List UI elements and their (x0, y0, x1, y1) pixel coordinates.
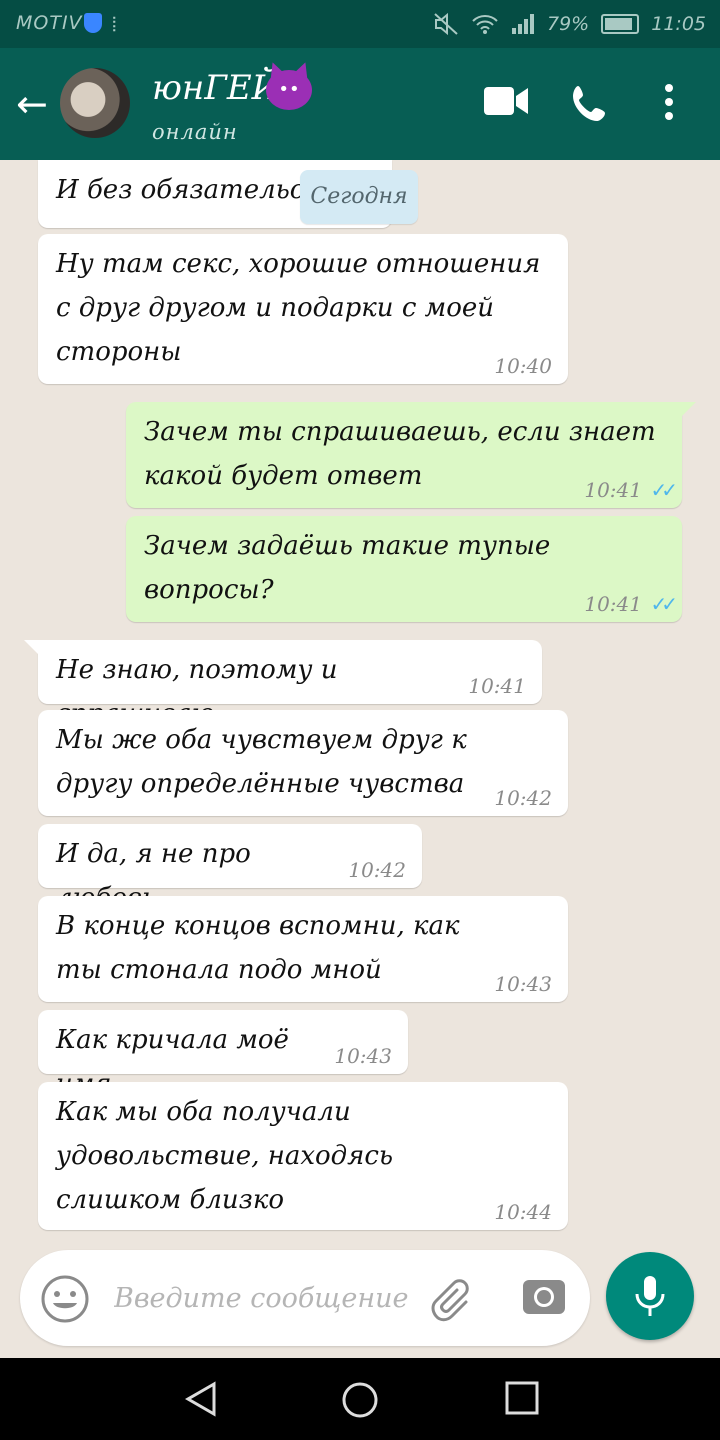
contact-status: онлайн (152, 120, 238, 144)
message-bubble-incoming[interactable]: В конце концов вспомни, как ты стонала п… (38, 896, 568, 1002)
clock: 11:05 (651, 13, 706, 35)
system-nav-bar (0, 1358, 720, 1440)
wifi-icon (472, 15, 498, 34)
message-bubble-outgoing[interactable]: Зачем ты спрашиваешь, если знает какой б… (126, 402, 696, 508)
date-divider: Сегодня (300, 170, 418, 224)
emoji-icon[interactable] (40, 1274, 90, 1324)
message-bubble-incoming[interactable]: Мы же оба чувствуем друг к другу определ… (38, 710, 568, 816)
video-call-icon[interactable] (484, 84, 530, 118)
message-bubble-outgoing[interactable]: Зачем задаёшь такие тупые вопросы? 10:41… (126, 516, 682, 622)
message-text: Зачем задаёшь такие тупые вопросы? (144, 531, 551, 605)
message-time: 10:40 (494, 354, 552, 378)
recents-square-icon[interactable] (504, 1380, 540, 1416)
message-composer[interactable] (20, 1250, 590, 1346)
composer-bar (0, 1250, 720, 1358)
message-time: 10:43 (334, 1044, 392, 1068)
message-text: Ну там секс, хорошие отношения с друг др… (56, 249, 541, 367)
message-bubble-incoming[interactable]: Ну там секс, хорошие отношения с друг др… (38, 234, 568, 384)
avatar[interactable] (60, 68, 130, 138)
read-ticks-icon: ✓✓ (650, 592, 677, 616)
mic-icon (635, 1276, 665, 1316)
devil-emoji-icon: •• (266, 70, 312, 110)
message-time: 10:41 (468, 674, 526, 698)
phone-call-icon[interactable] (570, 84, 610, 124)
message-bubble-incoming[interactable]: Как кричала моё имя 10:43 (38, 1010, 408, 1099)
signal-icon (512, 14, 534, 34)
mute-icon (434, 12, 458, 36)
shield-icon (84, 13, 102, 33)
more-options-icon[interactable] (662, 82, 676, 122)
chat-header: ← юнГЕЙ •• онлайн (0, 48, 720, 160)
carrier-label: MOTIV (16, 12, 83, 34)
mic-button[interactable] (606, 1252, 694, 1340)
back-arrow-icon[interactable]: ← (16, 82, 48, 126)
message-text: В конце концов вспомни, как ты стонала п… (56, 911, 460, 985)
message-time: 10:41 (584, 478, 642, 502)
attach-icon[interactable] (430, 1274, 480, 1324)
message-time: 10:42 (494, 786, 552, 810)
message-text: Как мы оба получали удовольствие, находя… (56, 1097, 394, 1215)
message-time: 10:44 (494, 1200, 552, 1224)
read-ticks-icon: ✓✓ (650, 478, 677, 502)
message-bubble-incoming[interactable]: И да, я не про любовь 10:42 (38, 824, 422, 913)
home-circle-icon[interactable] (340, 1380, 380, 1420)
message-list[interactable]: И без обязательств Сегодня Ну там секс, … (0, 160, 720, 1250)
message-bubble-incoming[interactable]: Как мы оба получали удовольствие, находя… (38, 1082, 568, 1230)
message-time: 10:43 (494, 972, 552, 996)
message-text: Зачем ты спрашиваешь, если знает какой б… (144, 417, 656, 491)
contact-name[interactable]: юнГЕЙ (152, 68, 281, 108)
message-time: 10:42 (348, 858, 406, 882)
back-triangle-icon[interactable] (182, 1380, 220, 1418)
status-bar: MOTIV ⦙ 79% 11:05 (0, 0, 720, 48)
battery-icon (601, 14, 640, 34)
camera-icon[interactable] (522, 1276, 566, 1316)
battery-percent: 79% (547, 13, 590, 35)
status-right: 79% 11:05 (433, 12, 706, 36)
hotspot-icon: ⦙ (112, 12, 117, 36)
message-bubble-incoming[interactable]: Не знаю, поэтому и спрашиваю 10:41 (24, 640, 542, 729)
message-input[interactable] (112, 1272, 416, 1324)
message-text: Мы же оба чувствуем друг к другу определ… (56, 725, 467, 799)
message-time: 10:41 (584, 592, 642, 616)
